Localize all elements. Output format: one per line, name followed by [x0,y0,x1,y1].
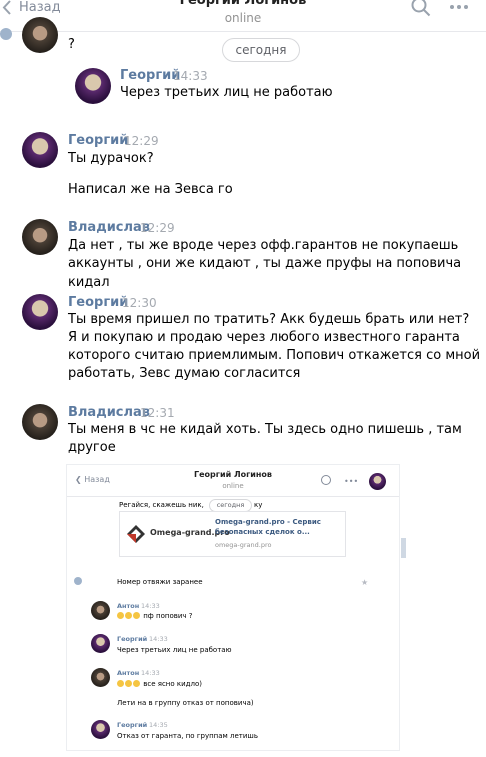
message-author[interactable]: Владислав [68,220,150,235]
screenshot-edge [401,538,406,558]
more-icon: ••• [344,477,359,486]
message-time[interactable]: 12:30 [122,296,157,310]
link-title-line: Omega-grand.pro - Сервис [215,518,321,526]
avatar[interactable] [75,68,111,104]
message-time: 14:35 [149,721,168,729]
message-text-value: пф попович ? [143,612,193,620]
avatar[interactable] [22,219,58,255]
omega-logo-icon [127,525,145,543]
message-text: Ты время пришел по тратить? Акк будешь б… [68,312,470,327]
message-time: 14:33 [141,669,160,677]
avatar[interactable] [22,17,58,53]
avatar [91,668,110,687]
message-text: Да нет , ты же вроде через офф.гарантов … [68,238,459,253]
more-icon[interactable] [449,2,469,12]
avatar [91,601,110,620]
message-author[interactable]: Георгий [120,68,180,83]
message-text: Отказ от гаранта, по группам летишь [117,732,258,740]
message-time: 14:33 [141,602,160,610]
message-text: другое [68,440,116,455]
message-text: работать, Зевс думаю согласится [68,366,301,381]
message-text: Через третьих лиц не работаю [120,85,333,100]
screenshot-snippet: Регайся, скажешь ник, [119,501,204,509]
avatar [369,473,386,490]
message-time[interactable]: 12:29 [140,221,175,235]
message-author: Антон [117,602,140,610]
avatar [91,720,110,739]
screenshot-snippet-tail: ку [254,501,263,509]
message-text: все ясно кидло) [117,680,202,688]
star-icon: ★ [361,578,369,587]
laughing-emoji-icon [117,680,124,687]
message-time[interactable]: 12:29 [124,134,159,148]
message-author: Георгий [117,635,148,643]
laughing-emoji-icon [125,680,132,687]
search-icon[interactable] [411,0,431,17]
avatar[interactable] [22,404,58,440]
avatar[interactable] [22,132,58,168]
read-check-icon [74,577,82,585]
link-card: Omega-grand.pro Omega-grand.pro - Сервис… [119,511,346,557]
message-text: которого считаю приемлимым. Попович отка… [68,348,481,363]
link-title: Omega-grand.pro - Сервис безопасных сдел… [215,517,321,537]
read-check-icon[interactable] [0,28,12,40]
chat-header: Назад Георгий Логинов online [0,0,486,32]
laughing-emoji-icon [125,612,132,619]
pending-text: Номер отвяжи заранее [117,578,203,586]
link-url: omega-grand.pro [215,541,272,549]
link-title-line: безопасных сделок о... [215,528,310,536]
message-author[interactable]: Георгий [68,133,128,148]
message-author: Георгий [117,721,148,729]
message-time: 14:33 [149,635,168,643]
header-divider [0,31,486,32]
date-divider: сегодня [222,38,300,62]
avatar [91,634,110,653]
avatar[interactable] [22,294,58,330]
message-text: Я и покупаю и продаю через любого извест… [68,330,460,345]
message-text: аккаунты , они же кидают , ты даже пруфы… [68,256,462,290]
message-author[interactable]: Владислав [68,405,150,420]
laughing-emoji-icon [117,612,124,619]
search-icon [321,475,331,485]
message-text: Ты меня в чс не кидай хоть. Ты здесь одн… [68,422,462,437]
message-time[interactable]: 12:31 [140,406,175,420]
message-text: Через третьих лиц не работаю [117,646,232,654]
message-text: Написал же на Зевса го [68,182,233,197]
message-time[interactable]: 14:33 [173,69,208,83]
message-text-value: все ясно кидло) [143,680,202,688]
message-text: ? [68,37,75,52]
message-text: Ты дурачок? [68,151,154,166]
message-author[interactable]: Георгий [68,295,128,310]
laughing-emoji-icon [133,680,140,687]
message-text: пф попович ? [117,612,193,620]
message-text: Лети на в группу отказ от поповича) [117,699,254,707]
screenshot-divider [67,496,399,497]
message-author: Антон [117,669,140,677]
laughing-emoji-icon [133,612,140,619]
attached-screenshot[interactable]: ❮ Назад Георгий Логинов online ••• Регай… [66,464,400,751]
